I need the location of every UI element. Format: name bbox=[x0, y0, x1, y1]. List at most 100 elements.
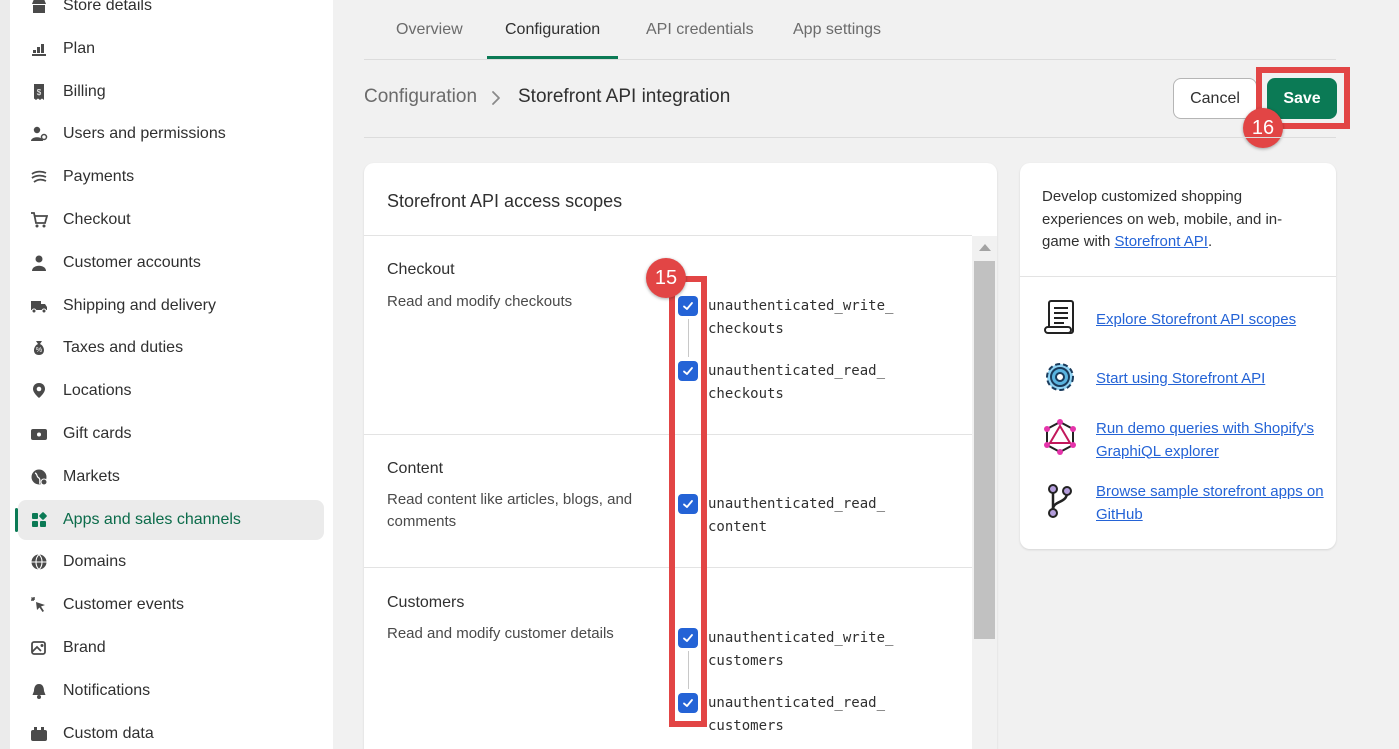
sidebar-item-label: Checkout bbox=[63, 211, 131, 228]
explore-scopes-link[interactable]: Explore Storefront API scopes bbox=[1096, 309, 1326, 332]
sidebar-item-label: Taxes and duties bbox=[63, 339, 184, 357]
cursor-icon bbox=[28, 594, 50, 616]
section-title-checkout: Checkout bbox=[387, 261, 455, 278]
sidebar-item-label: Custom data bbox=[63, 724, 154, 742]
sidebar-item-label: Store details bbox=[63, 0, 152, 14]
sidebar-item-shipping-and-delivery[interactable]: Shipping and delivery bbox=[18, 286, 324, 326]
plan-icon bbox=[28, 38, 50, 60]
apps-icon bbox=[28, 509, 50, 531]
breadcrumb-configuration-link[interactable]: Configuration bbox=[364, 86, 477, 108]
scope-label: unauthenticated_read_ customers bbox=[708, 692, 885, 738]
sidebar-item-label: Domains bbox=[63, 553, 127, 571]
cart-icon bbox=[28, 209, 50, 231]
person-icon bbox=[28, 252, 50, 274]
sidebar-item-taxes-and-duties[interactable]: % Taxes and duties bbox=[18, 328, 324, 368]
sidebar-item-gift-cards[interactable]: Gift cards bbox=[18, 414, 324, 454]
svg-text:%: % bbox=[36, 347, 42, 354]
gear-icon bbox=[1046, 363, 1074, 391]
step-badge-15: 15 bbox=[646, 258, 686, 298]
intro-end: . bbox=[1207, 233, 1213, 250]
page-title: Storefront API integration bbox=[518, 86, 731, 107]
scope-line: unauthenticated_read_ bbox=[708, 363, 886, 379]
sidebar-item-label: Apps and sales channels bbox=[63, 510, 241, 528]
scroll-up-arrow-icon[interactable] bbox=[979, 244, 991, 251]
checkboxes-highlight-box bbox=[669, 276, 707, 727]
sidebar-item-billing[interactable]: $ Billing bbox=[18, 72, 324, 112]
settings-sidebar: Store details Plan $ Billing Users and permi… bbox=[0, 0, 333, 749]
tab-app-settings[interactable]: App settings bbox=[793, 0, 881, 60]
sidebar-item-domains[interactable]: Domains bbox=[18, 542, 324, 582]
chevron-right-icon bbox=[492, 91, 500, 105]
info-intro: Develop customized shopping experiences … bbox=[1042, 186, 1312, 254]
sidebar-item-label: Notifications bbox=[63, 681, 151, 699]
scope-line: customers bbox=[708, 718, 784, 734]
brand-icon bbox=[28, 637, 50, 659]
scope-label: unauthenticated_read_ checkouts bbox=[708, 360, 885, 406]
cancel-button[interactable]: Cancel bbox=[1173, 78, 1257, 119]
graphiql-link[interactable]: Run demo queries with Shopify's GraphiQL… bbox=[1096, 418, 1326, 463]
divider bbox=[1020, 276, 1336, 277]
github-samples-link[interactable]: Browse sample storefront apps on GitHub bbox=[1096, 481, 1326, 526]
sidebar-item-label: Plan bbox=[63, 39, 96, 57]
divider bbox=[364, 567, 972, 568]
scope-line: unauthenticated_read_ bbox=[708, 695, 886, 711]
scrollbar-thumb[interactable] bbox=[974, 261, 995, 639]
sidebar-item-customer-events[interactable]: Customer events bbox=[18, 585, 324, 625]
scope-line: checkouts bbox=[708, 386, 784, 402]
tab-bar: Overview Configuration API credentials A… bbox=[364, 0, 1336, 60]
active-indicator bbox=[15, 507, 18, 532]
sidebar-item-brand[interactable]: Brand bbox=[18, 628, 324, 668]
truck-icon bbox=[28, 295, 50, 317]
custom-data-icon bbox=[28, 723, 50, 745]
sidebar-item-label: Customer accounts bbox=[63, 253, 201, 271]
storefront-api-link[interactable]: Storefront API bbox=[1115, 233, 1208, 250]
svg-text:$: $ bbox=[37, 88, 42, 97]
sidebar-item-label: Markets bbox=[63, 467, 120, 485]
scope-line: unauthenticated_write_ bbox=[708, 298, 894, 314]
scroll-icon bbox=[1044, 300, 1074, 334]
section-title-customers: Customers bbox=[387, 594, 465, 611]
scope-line: unauthenticated_read_ bbox=[708, 496, 886, 512]
store-icon bbox=[28, 0, 50, 17]
section-title-content: Content bbox=[387, 460, 444, 477]
step-badge-16: 16 bbox=[1243, 108, 1283, 148]
divider bbox=[364, 434, 972, 435]
tab-overview[interactable]: Overview bbox=[396, 0, 463, 60]
sidebar-item-markets[interactable]: Markets bbox=[18, 457, 324, 497]
sidebar-panel: Store details Plan $ Billing Users and permi… bbox=[10, 0, 333, 749]
sidebar-item-payments[interactable]: Payments bbox=[18, 157, 324, 197]
start-using-link[interactable]: Start using Storefront API bbox=[1096, 368, 1326, 391]
sidebar-item-label: Billing bbox=[63, 82, 106, 100]
sidebar-item-users-and-permissions[interactable]: Users and permissions bbox=[18, 114, 324, 154]
divider bbox=[364, 235, 972, 236]
tab-configuration[interactable]: Configuration bbox=[505, 0, 600, 60]
storefront-info-card: Develop customized shopping experiences … bbox=[1020, 163, 1336, 549]
users-icon bbox=[28, 123, 50, 145]
scrollbar[interactable] bbox=[972, 236, 997, 749]
sidebar-item-locations[interactable]: Locations bbox=[18, 371, 324, 411]
domains-icon bbox=[28, 551, 50, 573]
header-divider bbox=[364, 137, 1336, 138]
scope-line: checkouts bbox=[708, 321, 784, 337]
payments-icon bbox=[28, 166, 50, 188]
sidebar-item-notifications[interactable]: Notifications bbox=[18, 671, 324, 711]
section-desc-content: Read content like articles, blogs, and c… bbox=[387, 491, 633, 530]
git-branch-icon bbox=[1048, 484, 1072, 518]
sidebar-item-custom-data[interactable]: Custom data bbox=[18, 714, 324, 749]
sidebar-item-customer-accounts[interactable]: Customer accounts bbox=[18, 243, 324, 283]
sidebar-item-label: Shipping and delivery bbox=[63, 296, 216, 314]
gift-card-icon bbox=[28, 423, 50, 445]
sidebar-item-label: Brand bbox=[63, 639, 106, 656]
sidebar-item-checkout[interactable]: Checkout bbox=[18, 200, 324, 240]
sidebar-item-plan[interactable]: Plan bbox=[18, 29, 324, 69]
sidebar-item-label: Customer events bbox=[63, 596, 184, 614]
section-desc-customers: Read and modify customer details bbox=[387, 625, 614, 642]
scope-label: unauthenticated_write_ customers bbox=[708, 627, 893, 673]
graphql-icon bbox=[1044, 419, 1076, 455]
tab-api-credentials[interactable]: API credentials bbox=[646, 0, 754, 60]
sidebar-item-label: Payments bbox=[63, 168, 135, 186]
globe-icon bbox=[28, 466, 50, 488]
sidebar-item-apps-and-sales-channels[interactable]: Apps and sales channels bbox=[15, 499, 324, 540]
scope-label: unauthenticated_write_ checkouts bbox=[708, 295, 893, 341]
sidebar-item-store-details[interactable]: Store details bbox=[18, 0, 324, 26]
